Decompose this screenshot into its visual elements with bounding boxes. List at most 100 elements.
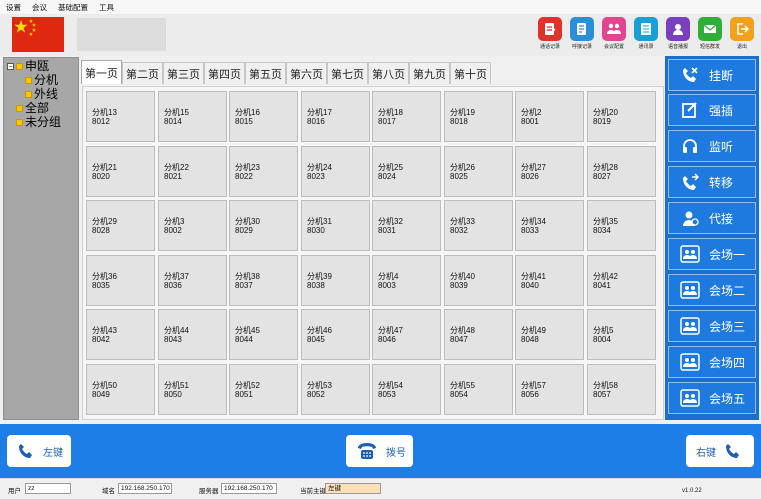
extension-cell[interactable]: 分机57 8056	[515, 364, 584, 415]
tree-node-all[interactable]: 全部	[16, 102, 49, 115]
tool-call-log[interactable]: 通话记录	[534, 17, 566, 50]
extension-number: 8050	[164, 390, 182, 399]
extension-number: 8002	[164, 226, 182, 235]
extension-cell[interactable]: 分机17 8016	[301, 91, 370, 142]
extension-cell[interactable]: 分机25 8024	[372, 146, 441, 197]
tree-node-root[interactable]: − 申瓯	[7, 60, 49, 73]
extension-cell[interactable]: 分机18 8017	[372, 91, 441, 142]
extension-cell[interactable]: 分机49 8048	[515, 309, 584, 360]
extension-cell[interactable]: 分机38 8037	[229, 255, 298, 306]
extension-number: 8014	[164, 117, 182, 126]
toolbar: 通话记录 呼接记录 会议配置 通讯录 语音播报 短信群发 退出	[534, 17, 758, 50]
extension-name: 分机16	[235, 108, 260, 117]
extension-cell[interactable]: 分机35 8034	[587, 200, 656, 251]
extension-cell[interactable]: 分机58 8057	[587, 364, 656, 415]
tab-page-7[interactable]: 第七页	[327, 62, 368, 84]
tab-page-8[interactable]: 第八页	[368, 62, 409, 84]
tab-page-1[interactable]: 第一页	[81, 60, 122, 84]
extension-cell[interactable]: 分机27 8026	[515, 146, 584, 197]
tool-contacts[interactable]: 通讯录	[630, 17, 662, 50]
extension-cell[interactable]: 分机47 8046	[372, 309, 441, 360]
action-button-4[interactable]: 转移	[668, 166, 756, 198]
extension-cell[interactable]: 分机30 8029	[229, 200, 298, 251]
extension-cell[interactable]: 分机37 8036	[158, 255, 227, 306]
extension-cell[interactable]: 分机4 8003	[372, 255, 441, 306]
tool-call-record[interactable]: 呼接记录	[566, 17, 598, 50]
extension-cell[interactable]: 分机40 8039	[444, 255, 513, 306]
extension-cell[interactable]: 分机21 8020	[86, 146, 155, 197]
extension-cell[interactable]: 分机16 8015	[229, 91, 298, 142]
version-label: v1.0.22	[682, 488, 702, 494]
extension-cell[interactable]: 分机15 8014	[158, 91, 227, 142]
tab-page-4[interactable]: 第四页	[204, 62, 245, 84]
extension-cell[interactable]: 分机5 8004	[587, 309, 656, 360]
extension-cell[interactable]: 分机43 8042	[86, 309, 155, 360]
tab-page-9[interactable]: 第九页	[409, 62, 450, 84]
tab-page-5[interactable]: 第五页	[245, 62, 286, 84]
dial-button[interactable]: 拨号	[346, 435, 413, 467]
extension-cell[interactable]: 分机51 8050	[158, 364, 227, 415]
extension-cell[interactable]: 分机2 8001	[515, 91, 584, 142]
tool-sms[interactable]: 短信群发	[694, 17, 726, 50]
action-button-1[interactable]: 挂断	[668, 59, 756, 91]
extension-cell[interactable]: 分机31 8030	[301, 200, 370, 251]
extension-cell[interactable]: 分机33 8032	[444, 200, 513, 251]
menu-basic-config[interactable]: 基础配置	[58, 2, 88, 13]
collapse-icon[interactable]: −	[7, 63, 14, 70]
left-key-button[interactable]: 左键	[7, 435, 71, 467]
menu-tools[interactable]: 工具	[99, 2, 114, 13]
menu-meeting[interactable]: 会议	[32, 2, 47, 13]
extension-number: 8015	[235, 117, 253, 126]
extension-cell[interactable]: 分机42 8041	[587, 255, 656, 306]
extension-cell[interactable]: 分机13 8012	[86, 91, 155, 142]
menu-settings[interactable]: 设置	[6, 2, 21, 13]
extension-cell[interactable]: 分机29 8028	[86, 200, 155, 251]
extension-name: 分机18	[378, 108, 403, 117]
tree-node-ungrouped[interactable]: 未分组	[16, 116, 61, 129]
extension-cell[interactable]: 分机53 8052	[301, 364, 370, 415]
extension-cell[interactable]: 分机54 8053	[372, 364, 441, 415]
extension-cell[interactable]: 分机39 8038	[301, 255, 370, 306]
tool-voice-broadcast[interactable]: 语音播报	[662, 17, 694, 50]
tab-page-2[interactable]: 第二页	[122, 62, 163, 84]
extension-cell[interactable]: 分机26 8025	[444, 146, 513, 197]
extension-cell[interactable]: 分机34 8033	[515, 200, 584, 251]
extension-cell[interactable]: 分机44 8043	[158, 309, 227, 360]
action-button-9[interactable]: 会场四	[668, 346, 756, 378]
extension-number: 8032	[450, 226, 468, 235]
extension-cell[interactable]: 分机55 8054	[444, 364, 513, 415]
extension-number: 8018	[450, 117, 468, 126]
action-button-6[interactable]: 会场一	[668, 238, 756, 270]
extension-name: 分机42	[593, 272, 618, 281]
extension-cell[interactable]: 分机48 8047	[444, 309, 513, 360]
extension-cell[interactable]: 分机52 8051	[229, 364, 298, 415]
extension-cell[interactable]: 分机23 8022	[229, 146, 298, 197]
action-button-7[interactable]: 会场二	[668, 274, 756, 306]
extension-cell[interactable]: 分机3 8002	[158, 200, 227, 251]
extension-cell[interactable]: 分机50 8049	[86, 364, 155, 415]
tool-meeting-config[interactable]: 会议配置	[598, 17, 630, 50]
extension-cell[interactable]: 分机19 8018	[444, 91, 513, 142]
right-key-button[interactable]: 右键	[686, 435, 754, 467]
action-button-3[interactable]: 监听	[668, 130, 756, 162]
extension-cell[interactable]: 分机22 8021	[158, 146, 227, 197]
extension-cell[interactable]: 分机46 8045	[301, 309, 370, 360]
tab-page-3[interactable]: 第三页	[163, 62, 204, 84]
tree-node-extensions[interactable]: 分机	[25, 74, 58, 87]
extension-cell[interactable]: 分机45 8044	[229, 309, 298, 360]
extension-cell[interactable]: 分机32 8031	[372, 200, 441, 251]
action-button-10[interactable]: 会场五	[668, 382, 756, 414]
action-button-8[interactable]: 会场三	[668, 310, 756, 342]
extension-name: 分机17	[307, 108, 332, 117]
extension-cell[interactable]: 分机41 8040	[515, 255, 584, 306]
tab-page-6[interactable]: 第六页	[286, 62, 327, 84]
extension-cell[interactable]: 分机24 8023	[301, 146, 370, 197]
extension-cell[interactable]: 分机36 8035	[86, 255, 155, 306]
extension-cell[interactable]: 分机28 8027	[587, 146, 656, 197]
tool-exit[interactable]: 退出	[726, 17, 758, 50]
tree-node-trunks[interactable]: 外线	[25, 88, 58, 101]
action-button-2[interactable]: 强插	[668, 94, 756, 126]
extension-cell[interactable]: 分机20 8019	[587, 91, 656, 142]
tab-page-10[interactable]: 第十页	[450, 62, 491, 84]
action-button-5[interactable]: 代接	[668, 202, 756, 234]
